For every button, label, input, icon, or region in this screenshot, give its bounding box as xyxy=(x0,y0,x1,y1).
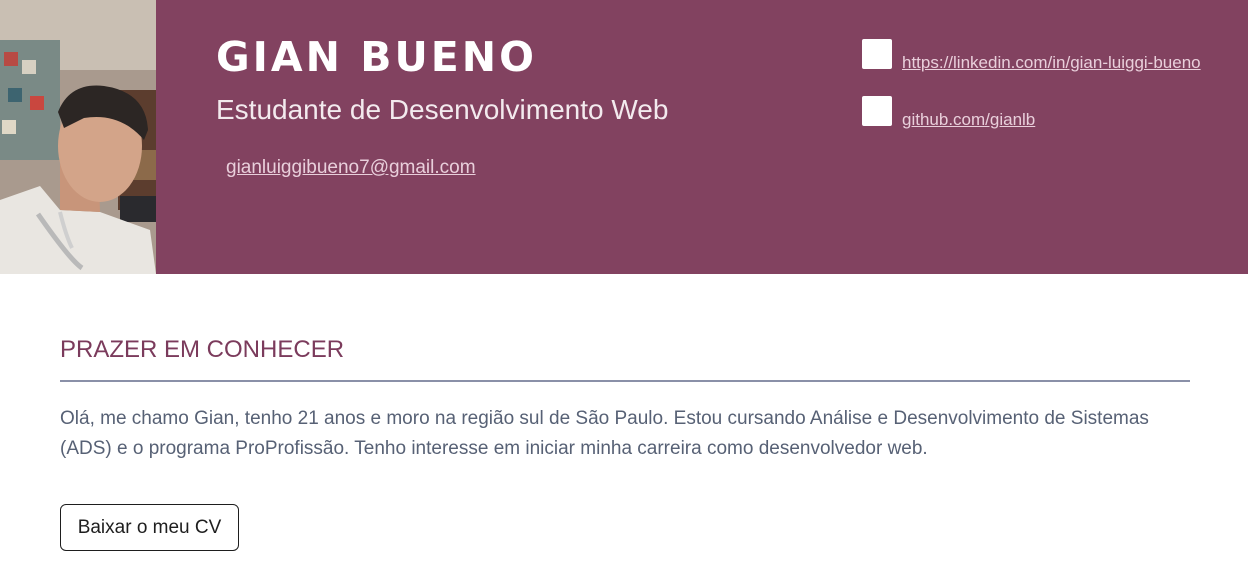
profile-photo xyxy=(0,0,156,274)
profile-title: Estudante de Desenvolvimento Web xyxy=(216,94,669,125)
github-icon[interactable] xyxy=(862,96,892,126)
email-link[interactable]: gianluiggibueno7@gmail.com xyxy=(226,156,476,180)
about-text: Olá, me chamo Gian, tenho 21 anos e moro… xyxy=(60,408,1149,459)
download-cv-button[interactable]: Baixar o meu CV xyxy=(60,504,239,551)
linkedin-link-row: https://linkedin.com/in/gian-luiggi-buen… xyxy=(862,39,1201,74)
profile-header: GIAN BUENO Estudante de Desenvolvimento … xyxy=(0,0,1248,274)
section-title: PRAZER EM CONHECER xyxy=(60,336,345,363)
profile-name: GIAN BUENO xyxy=(216,33,537,81)
linkedin-icon[interactable] xyxy=(862,39,892,69)
section-divider xyxy=(60,380,1190,382)
about-section: PRAZER EM CONHECER Olá, me chamo Gian, t… xyxy=(60,334,1190,483)
github-link-row: github.com/gianlb xyxy=(862,96,1035,131)
linkedin-link[interactable]: https://linkedin.com/in/gian-luiggi-buen… xyxy=(902,52,1201,74)
github-link[interactable]: github.com/gianlb xyxy=(902,109,1035,131)
